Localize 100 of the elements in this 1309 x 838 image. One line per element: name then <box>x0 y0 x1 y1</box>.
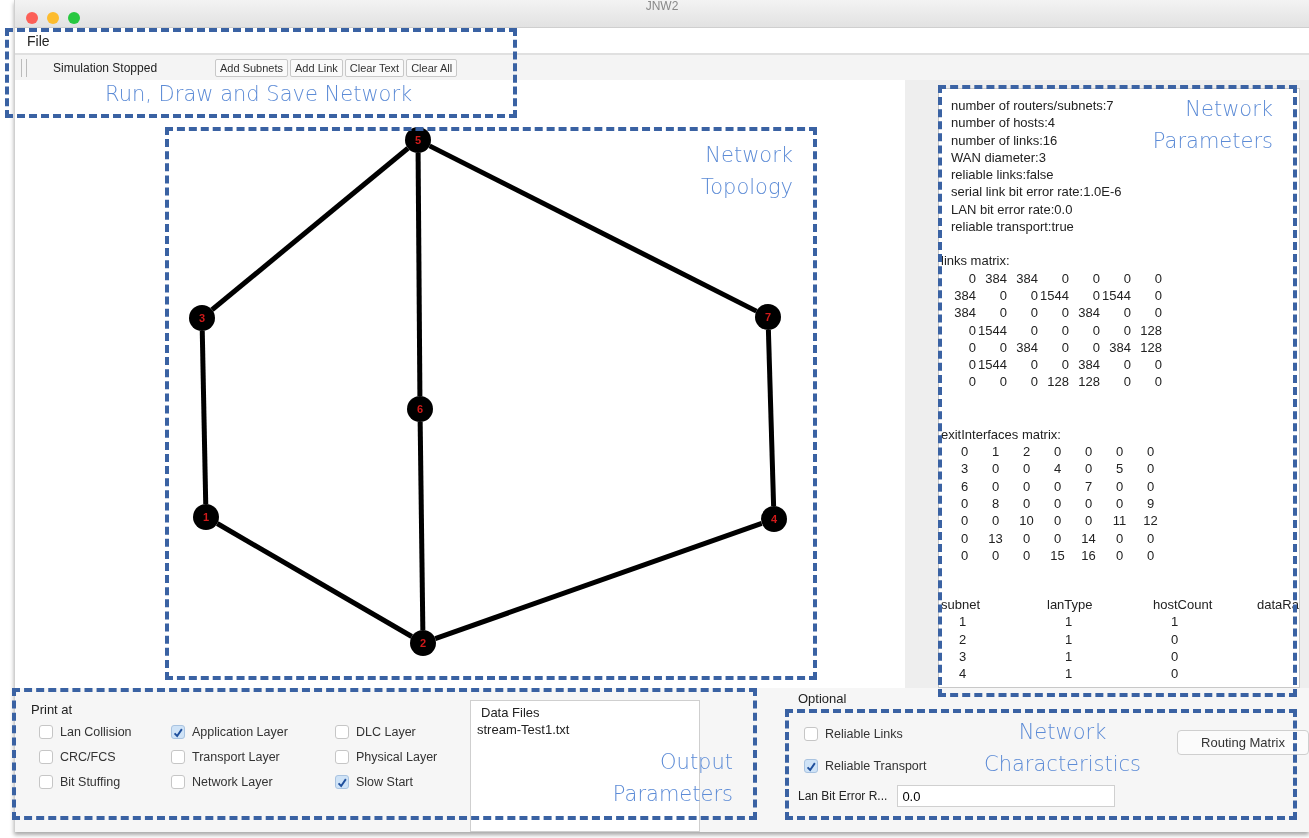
parameter-line: number of routers/subnets:7 <box>951 97 1114 115</box>
checkbox[interactable] <box>335 775 349 789</box>
annotation-label: Network Parameters <box>1152 96 1273 155</box>
matrix-cell-text: 384 <box>1077 304 1100 322</box>
matrix-cell-text: 0 <box>1052 443 1063 461</box>
table-cell-text: 1 <box>1064 665 1074 683</box>
matrix-cell-text: 5 <box>1114 460 1125 478</box>
matrix-cell-text: 0 <box>959 494 970 513</box>
matrix-cell-text: 0 <box>1060 338 1069 357</box>
matrix-cell-text: 0 <box>1083 494 1094 513</box>
checkbox[interactable] <box>39 775 53 789</box>
matrix-cell-text: 14 <box>1080 529 1097 547</box>
matrix-cell-text: 0 <box>1114 477 1125 495</box>
parameter-line: reliable links:false <box>951 166 1054 184</box>
checkbox[interactable] <box>335 750 349 764</box>
matrix-cell-text: 0 <box>1021 529 1032 547</box>
checkbox-option[interactable]: Lan Collision <box>39 725 132 739</box>
checkbox[interactable] <box>171 725 185 739</box>
matrix-cell-text: 1544 <box>977 321 1007 339</box>
matrix-cell-text: 0 <box>1052 494 1063 513</box>
checkbox-option[interactable]: Reliable Links <box>804 727 903 741</box>
checkbox-option[interactable]: DLC Layer <box>335 725 416 739</box>
parameter-line: serial link bit error rate:1.0E-6 <box>951 183 1122 201</box>
matrix-cell-text: 4 <box>1052 460 1063 478</box>
annotation-label: Network Topology <box>701 142 793 201</box>
matrix-cell-text: 0 <box>1114 546 1125 565</box>
matrix-cell-text: 384 <box>1077 356 1100 374</box>
toolbar-button[interactable]: Add Subnets <box>215 58 288 77</box>
matrix-cell-text: 15 <box>1049 546 1066 565</box>
checkbox-option[interactable]: Bit Stuffing <box>39 775 121 789</box>
checkbox-option[interactable]: Slow Start <box>335 775 413 789</box>
checkbox[interactable] <box>804 759 818 773</box>
matrix-cell-text: 0 <box>959 546 970 565</box>
window-title: JNW2 <box>644 0 680 12</box>
data-file-entry[interactable]: stream-Test1.txt <box>477 722 693 737</box>
matrix-cell-text: 128 <box>1139 338 1162 357</box>
matrix-cell-text: 0 <box>1052 529 1063 547</box>
matrix-cell-text: 11 <box>1111 512 1128 530</box>
matrix-cell-text: 0 <box>959 443 970 461</box>
checkbox-option[interactable]: Network Layer <box>171 775 273 789</box>
matrix-cell-text: 0 <box>1052 477 1063 495</box>
zoom-icon[interactable] <box>68 12 80 24</box>
matrix-cell-text: 0 <box>1153 286 1162 305</box>
matrix-cell-text: 0 <box>1029 321 1038 339</box>
checkbox-option[interactable]: Physical Layer <box>335 750 438 764</box>
checkbox-option[interactable]: Transport Layer <box>171 750 280 764</box>
network-node: 4 <box>761 506 787 532</box>
matrix-cell-text: 2 <box>1021 443 1032 461</box>
network-node: 3 <box>189 305 215 331</box>
matrix-cell-text: 128 <box>1046 373 1069 391</box>
matrix-cell-text: 0 <box>1060 321 1069 339</box>
minimize-icon[interactable] <box>47 12 59 24</box>
checkbox-option[interactable]: Reliable Transport <box>804 759 927 773</box>
matrix-cell-text: 0 <box>1122 321 1131 339</box>
checkbox[interactable] <box>39 725 53 739</box>
table-cell-text: 0 <box>1170 665 1180 683</box>
parameter-line: LAN bit error rate:0.0 <box>951 200 1073 219</box>
parameter-line: number of links:16 <box>951 131 1058 149</box>
matrix-cell-text: 0 <box>1083 460 1094 478</box>
network-node: 5 <box>405 127 431 153</box>
table-cell-text: 1 <box>1064 630 1074 648</box>
matrix-cell-text: 0 <box>1122 269 1131 287</box>
toolbar-button[interactable]: Clear All <box>406 58 458 77</box>
matrix-cell-text: 0 <box>1153 356 1162 374</box>
toolbar-button[interactable]: Clear Text <box>344 58 405 77</box>
matrix-cell-text: 0 <box>1122 356 1131 374</box>
checkbox[interactable] <box>171 775 185 789</box>
input-field[interactable]: 0.0 <box>897 785 1116 807</box>
network-node: 1 <box>193 504 219 530</box>
grip-handle[interactable] <box>21 58 27 77</box>
matrix-cell-text: 6 <box>959 477 970 495</box>
matrix-cell-text: 16 <box>1080 546 1097 565</box>
checkbox[interactable] <box>335 725 349 739</box>
routing-matrix-button[interactable]: Routing Matrix <box>1177 730 1309 755</box>
matrix-title: links matrix: <box>940 252 1010 270</box>
checkbox[interactable] <box>39 750 53 764</box>
checkbox-option[interactable]: CRC/FCS <box>39 750 116 764</box>
field-label: Lan Bit Error R... <box>798 789 888 803</box>
checkbox-option[interactable]: Application Layer <box>171 725 288 739</box>
group-title: Print at <box>31 702 74 717</box>
matrix-cell-text: 0 <box>1114 529 1125 547</box>
menu-item[interactable]: File <box>25 32 52 49</box>
annotation-label: Output Parameters <box>612 749 733 808</box>
table-cell-text: 1 <box>1170 613 1180 631</box>
matrix-cell-text: 0 <box>1145 477 1156 495</box>
matrix-cell-text: 13 <box>987 529 1004 547</box>
close-icon[interactable] <box>26 12 38 24</box>
checkbox[interactable] <box>804 727 818 741</box>
matrix-cell-text: 0 <box>1029 373 1038 391</box>
table-cell-text: 1 <box>958 613 968 631</box>
matrix-cell-text: 128 <box>1077 373 1100 391</box>
matrix-cell-text: 0 <box>967 338 976 357</box>
matrix-cell-text: 0 <box>998 373 1007 391</box>
matrix-cell-text: 384 <box>1015 269 1038 287</box>
column-header: lanType <box>1047 596 1094 614</box>
matrix-cell-text: 0 <box>998 304 1007 322</box>
matrix-cell-text: 0 <box>1153 269 1162 287</box>
checkbox[interactable] <box>171 750 185 764</box>
toolbar-button[interactable]: Add Link <box>290 58 343 77</box>
network-node: 2 <box>410 630 436 656</box>
